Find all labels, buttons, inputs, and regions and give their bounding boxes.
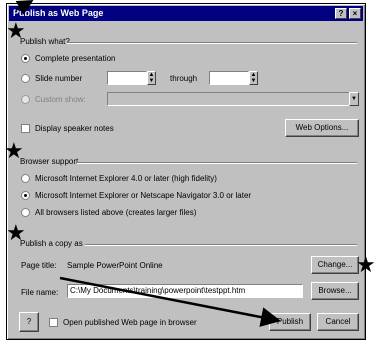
slide-from-spinner[interactable]: ▲ ▼ [147, 71, 156, 85]
help-icon: ? [26, 317, 32, 326]
browser-ie4-radio[interactable] [21, 174, 30, 183]
annotation-star-icon: ★ [6, 18, 26, 43]
display-speaker-notes-checkbox[interactable] [21, 124, 30, 133]
display-speaker-notes-label: Display speaker notes [35, 124, 114, 133]
browse-button[interactable]: Browse... [311, 282, 359, 300]
cancel-button[interactable]: Cancel [317, 313, 359, 331]
through-label: through [170, 74, 198, 83]
slide-to-input[interactable] [209, 71, 249, 85]
divider [67, 42, 357, 44]
page-title-value: Sample PowerPoint Online [67, 261, 163, 270]
chevron-down-icon[interactable]: ▼ [349, 92, 359, 106]
annotation-star-icon: ★ [4, 138, 24, 163]
title-bar: Publish as Web Page ? × [9, 6, 363, 21]
annotation-star-icon: ★ [356, 252, 376, 277]
slide-number-radio[interactable] [21, 74, 30, 83]
custom-show-radio[interactable] [21, 95, 30, 104]
publish-copy-heading: Publish a copy as [20, 239, 83, 248]
open-in-browser-label: Open published Web page in browser [63, 318, 197, 327]
page-title-label: Page title: [21, 261, 57, 270]
browser-ie4-label: Microsoft Internet Explorer 4.0 or later… [35, 174, 217, 183]
spin-down-icon: ▼ [148, 78, 155, 84]
change-title-button[interactable]: Change... [311, 256, 359, 274]
custom-show-label: Custom show: [35, 95, 86, 104]
divider [85, 244, 357, 246]
complete-presentation-radio[interactable] [21, 54, 30, 63]
slide-to-spinner[interactable]: ▲ ▼ [249, 71, 258, 85]
spin-down-icon: ▼ [250, 78, 257, 84]
slide-number-label: Slide number [35, 74, 83, 83]
web-options-button[interactable]: Web Options... [285, 119, 359, 137]
office-assistant-button[interactable]: ? [19, 312, 39, 332]
file-name-input[interactable]: C:\My Documents\training\powerpoint\test… [67, 284, 303, 298]
publish-button[interactable]: Publish [269, 313, 311, 331]
publish-what-heading: Publish what? [20, 37, 70, 46]
file-name-label: File name: [21, 288, 59, 297]
browser-all-label: All browsers listed above (creates large… [35, 208, 197, 217]
help-button[interactable]: ? [335, 8, 347, 19]
slide-from-input[interactable] [107, 71, 147, 85]
browser-ie3-netscape3-label: Microsoft Internet Explorer or Netscape … [35, 191, 252, 200]
browser-all-radio[interactable] [21, 208, 30, 217]
divider [77, 162, 357, 164]
annotation-star-icon: ★ [6, 220, 26, 245]
browser-ie3-netscape3-radio[interactable] [21, 191, 30, 200]
browser-support-heading: Browser support [20, 157, 79, 166]
window-title: Publish as Web Page [13, 8, 104, 18]
open-in-browser-checkbox[interactable] [49, 318, 58, 327]
complete-presentation-label: Complete presentation [35, 54, 116, 63]
close-button[interactable]: × [349, 8, 361, 19]
custom-show-select[interactable] [107, 92, 359, 106]
publish-as-web-page-dialog: Publish as Web Page ? × Publish what? Co… [6, 3, 366, 340]
